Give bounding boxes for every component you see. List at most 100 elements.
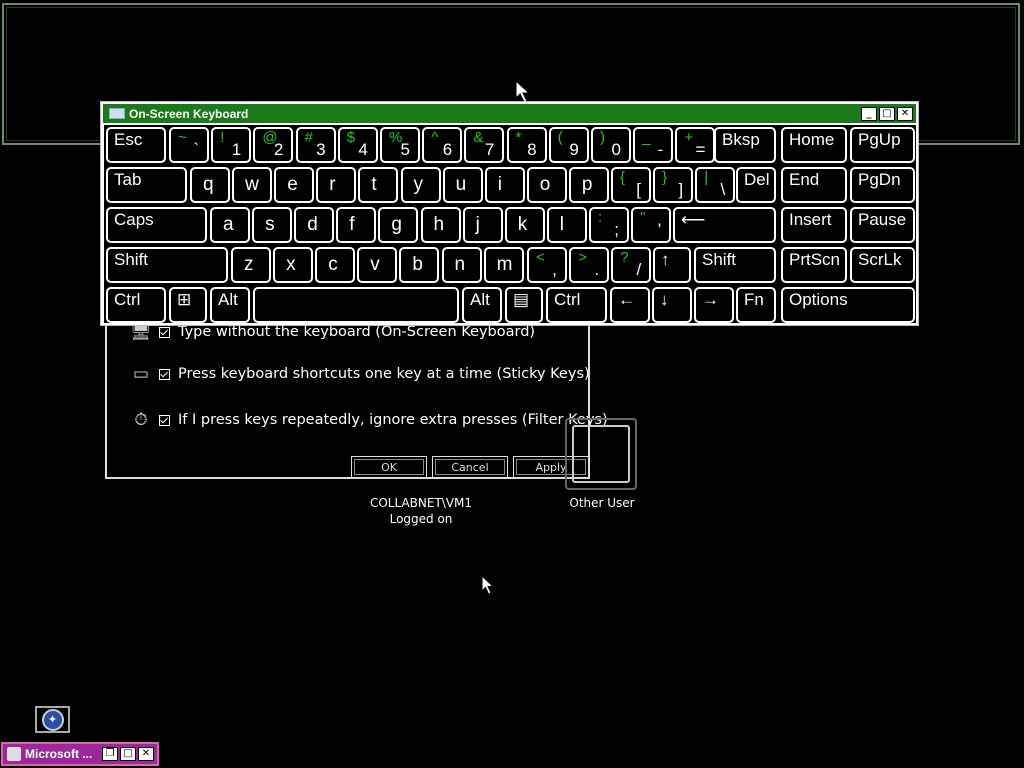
key-r1-2[interactable]: @2 [253, 127, 294, 163]
key-r4b-0[interactable]: <, [527, 247, 567, 283]
key-r3b-1[interactable]: " ' [631, 207, 672, 243]
taskbar-close-button[interactable]: ✕ [138, 747, 154, 761]
key-e-label: e [287, 174, 298, 195]
key-r3b-0[interactable]: :; [589, 207, 629, 243]
key-l[interactable]: l [546, 207, 587, 243]
key-r1-8[interactable]: * 8 [506, 127, 547, 163]
key-ctrl-right-label: Ctrl [554, 290, 581, 309]
key-del[interactable]: Del [736, 167, 776, 203]
key-o[interactable]: o [526, 167, 567, 203]
key-r1-1[interactable]: ! 1 [211, 127, 252, 163]
key-options[interactable]: Options [781, 287, 915, 323]
key-r1-5[interactable]: % 5 [380, 127, 420, 163]
key-shift-right[interactable]: Shift [694, 247, 776, 283]
key-r1-4[interactable]: $4 [337, 127, 378, 163]
key-r1-1-shift-label: ! [220, 129, 225, 146]
key-n[interactable]: n [441, 247, 482, 283]
key-insert[interactable]: Insert [781, 207, 847, 243]
taskbar-maximize-button[interactable]: □ [120, 747, 136, 761]
key-z[interactable]: z [231, 247, 271, 283]
key-enter[interactable]: ⟵ [673, 207, 776, 243]
key-r1-0[interactable]: ~ ` [169, 127, 209, 163]
key-w[interactable]: w [232, 167, 273, 203]
key-pause[interactable]: Pause [850, 207, 915, 243]
sticky-keys-checkbox[interactable] [159, 368, 170, 380]
option-filter-keys[interactable]: ⏱ If I press keys repeatedly, ignore ext… [129, 408, 607, 432]
key-q[interactable]: q [190, 167, 230, 203]
key-k[interactable]: k [504, 207, 545, 243]
filter-keys-checkbox[interactable] [159, 414, 170, 426]
key-r1-9[interactable]: (9 [548, 127, 589, 163]
key-scrlk[interactable]: ScrLk [850, 247, 915, 283]
key-pgdn[interactable]: PgDn [850, 167, 915, 203]
key-shift-left[interactable]: Shift [106, 247, 228, 283]
close-button[interactable]: ✕ [897, 107, 913, 121]
ease-of-access-icon[interactable]: ✦ [35, 706, 70, 733]
key-j[interactable]: j [462, 207, 503, 243]
key-x[interactable]: x [273, 247, 314, 283]
key-caps[interactable]: Caps [106, 207, 207, 243]
key-i[interactable]: i [484, 167, 525, 203]
key-r2b-0[interactable]: {[ [611, 167, 651, 203]
key-fn[interactable]: Fn [736, 287, 776, 323]
key-end[interactable]: End [781, 167, 847, 203]
key-a[interactable]: a [210, 207, 250, 243]
key-s[interactable]: s [252, 207, 293, 243]
key-windows[interactable]: ⊞ [169, 287, 207, 323]
key-g[interactable]: g [378, 207, 419, 243]
key-alt-right[interactable]: Alt [462, 287, 502, 323]
key-ctrl-left[interactable]: Ctrl [106, 287, 166, 323]
taskbar-restore-button[interactable]: ❐ [102, 747, 118, 761]
key-r1-11[interactable]: _ - [633, 127, 674, 163]
key-pgup[interactable]: PgUp [850, 127, 915, 163]
key-r1-12-base-label: = [695, 140, 706, 159]
key-esc[interactable]: Esc [106, 127, 166, 163]
key-p[interactable]: p [568, 167, 609, 203]
taskbar-window-button[interactable]: Microsoft ... ❐ □ ✕ [1, 742, 159, 766]
key-right[interactable]: → [694, 287, 734, 323]
option-osk-label: Type without the keyboard (On-Screen Key… [178, 324, 536, 340]
key-y[interactable]: y [400, 167, 441, 203]
minimize-button[interactable]: _ [861, 107, 877, 121]
key-r1-7[interactable]: & 7 [464, 127, 505, 163]
key-bksp[interactable]: Bksp [714, 127, 776, 163]
key-d[interactable]: d [294, 207, 335, 243]
key-left[interactable]: ← [610, 287, 650, 323]
key-r1-12[interactable]: + = [675, 127, 716, 163]
key-u[interactable]: u [442, 167, 483, 203]
key-r4b-2[interactable]: ? / [611, 247, 652, 283]
key-c[interactable]: c [315, 247, 356, 283]
ok-button[interactable]: OK [351, 456, 427, 478]
option-sticky-keys[interactable]: ▭ Press keyboard shortcuts one key at a … [129, 362, 590, 386]
osk-checkbox[interactable] [159, 326, 170, 338]
key-r1-3[interactable]: #3 [295, 127, 336, 163]
key-d-label: d [307, 214, 318, 235]
key-t[interactable]: t [358, 167, 399, 203]
key-prtscn[interactable]: PrtScn [781, 247, 847, 283]
key-home[interactable]: Home [781, 127, 847, 163]
key-v[interactable]: v [357, 247, 398, 283]
key-r2b-1[interactable]: }] [653, 167, 694, 203]
key-menu[interactable]: ▤ [505, 287, 543, 323]
key-e[interactable]: e [274, 167, 315, 203]
key-r1-10[interactable]: ) 0 [591, 127, 631, 163]
key-f[interactable]: f [336, 207, 377, 243]
maximize-button[interactable]: □ [879, 107, 895, 121]
key-alt-left[interactable]: Alt [210, 287, 250, 323]
key-space[interactable] [253, 287, 459, 323]
key-b[interactable]: b [399, 247, 440, 283]
key-r1-0-shift-label: ~ [178, 129, 187, 146]
key-r1-6[interactable]: ^ 6 [422, 127, 463, 163]
key-r4b-1[interactable]: >. [569, 247, 610, 283]
key-tab[interactable]: Tab [106, 167, 187, 203]
key-h[interactable]: h [420, 207, 461, 243]
osk-title-bar[interactable]: On-Screen Keyboard _ □ ✕ [103, 104, 916, 123]
key-down[interactable]: ↓ [652, 287, 692, 323]
key-m[interactable]: m [483, 247, 524, 283]
key-r2b-2[interactable]: | \ [695, 167, 736, 203]
key-ctrl-right[interactable]: Ctrl [546, 287, 607, 323]
key-r[interactable]: r [316, 167, 357, 203]
other-user-tile[interactable] [565, 418, 637, 490]
key-up[interactable]: ↑ [653, 247, 691, 283]
cancel-button[interactable]: Cancel [432, 456, 508, 478]
